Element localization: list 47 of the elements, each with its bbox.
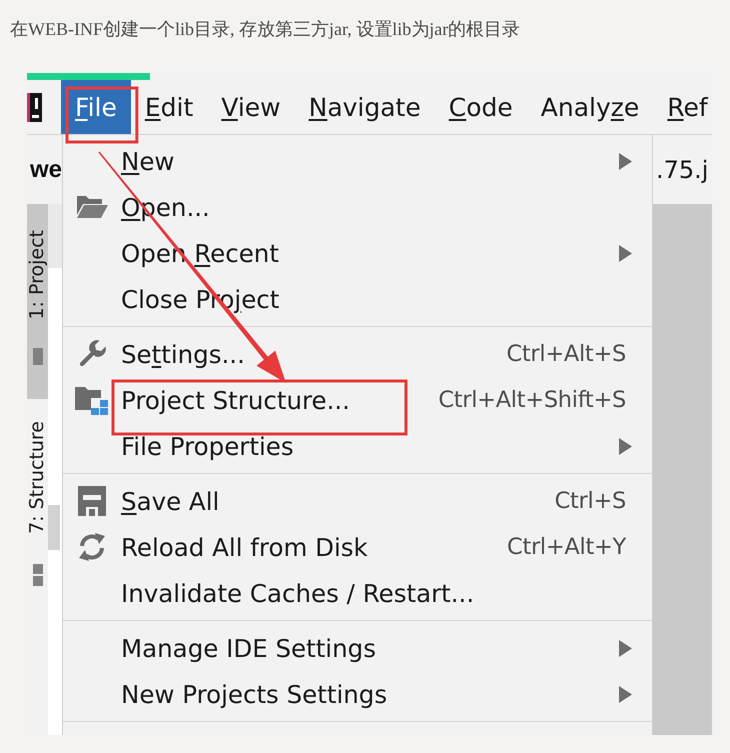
folder-grid-icon [75,385,109,415]
underlined-letter: N [308,92,328,122]
menu-bar-item[interactable]: Edit [130,80,208,134]
underlined-letter: j [234,284,242,314]
menu-item[interactable]: Project Structure... Ctrl+Alt+Shift+S [63,377,652,423]
caption-text: 在WEB-INF创建一个lib目录, 存放第三方jar, 设置lib为jar的根目录 [10,19,520,39]
menu-bar-item[interactable]: Ref [653,80,722,134]
menu-item[interactable]: Reload All from Disk Ctrl+Alt+Y [63,524,652,570]
underlined-letter: R [667,92,684,122]
menu-bar-item[interactable]: Analyze [526,80,654,134]
underlined-letter: t [152,340,162,368]
menu-item[interactable]: Manage IDE Settings [63,625,652,671]
tool-window-tab[interactable]: 7: Structure [27,399,48,735]
shortcut-text: Ctrl+Alt+S [506,341,626,367]
menu-item[interactable]: New [63,138,652,184]
project-name: we [29,154,62,184]
refresh-icon [77,532,107,562]
underlined-letter: R [194,238,210,268]
tool-window-tab[interactable]: 1: Project [27,204,48,399]
shortcut-text: Ctrl+Alt+Y [507,534,626,560]
menu-item[interactable]: File Properties [63,423,652,469]
underlined-letter: V [221,92,238,122]
folder-icon [76,195,108,219]
menu-item[interactable]: New Projects Settings [63,671,652,717]
app-logo-icon [27,92,42,122]
underlined-letter: C [448,92,466,122]
wrench-icon [77,339,107,369]
menu-bar-item[interactable]: Code [434,80,527,134]
menu-item[interactable]: Settings... Ctrl+Alt+S [63,331,652,377]
blocks-icon [32,564,42,586]
menu-bar-item[interactable]: Navigate [294,80,435,134]
editor-tab[interactable]: .75.j [653,135,712,204]
shortcut-text: Ctrl+Alt+Shift+S [438,387,626,413]
shortcut-text: Ctrl+S [554,488,626,514]
scrollbar-thumb[interactable] [48,505,60,550]
underlined-letter: F [75,92,88,122]
menu-item[interactable]: Open... [63,184,652,230]
menu-item[interactable]: Save All Ctrl+S [63,478,652,524]
underlined-letter: O [121,192,140,222]
square-icon [32,348,42,365]
menu-item[interactable]: Invalidate Caches / Restart... [63,570,652,616]
underlined-letter: E [144,92,161,122]
underlined-letter: z [610,92,624,122]
menu-bar-item[interactable]: File [61,80,131,134]
menu-bar-item[interactable]: View [207,80,295,134]
underlined-letter: N [121,146,140,176]
underlined-letter: S [121,486,137,516]
